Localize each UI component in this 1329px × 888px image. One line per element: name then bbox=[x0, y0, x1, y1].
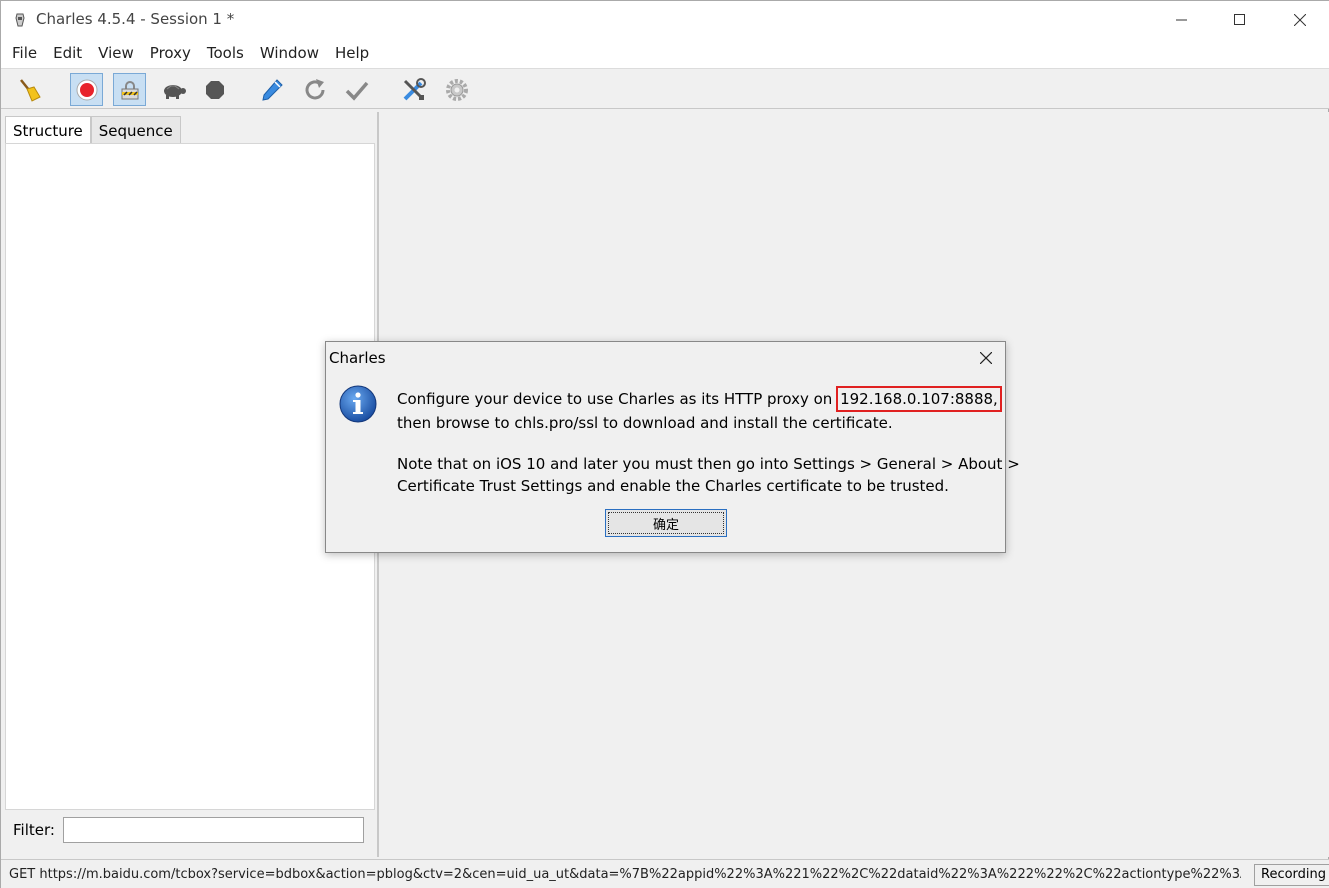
toolbar bbox=[1, 68, 1329, 109]
tab-structure[interactable]: Structure bbox=[5, 116, 91, 145]
settings-gear-icon bbox=[445, 78, 468, 101]
repeat-button[interactable] bbox=[298, 73, 331, 106]
dialog-close-button[interactable] bbox=[974, 346, 998, 370]
proxy-info-dialog: Charles Configure your device to use Cha… bbox=[325, 341, 1020, 553]
stop-button[interactable] bbox=[198, 73, 231, 106]
stop-breakpoints-icon bbox=[205, 80, 224, 99]
dialog-message-part2: Note that on iOS 10 and later you must t… bbox=[397, 453, 1020, 497]
menu-help[interactable]: Help bbox=[327, 39, 377, 68]
proxy-address-highlight: 192.168.0.107:8888, bbox=[836, 386, 1002, 412]
trust-settings-text: Certificate Trust Settings and enable th… bbox=[397, 477, 949, 495]
menu-file[interactable]: File bbox=[4, 39, 45, 68]
window-title: Charles 4.5.4 - Session 1 * bbox=[36, 10, 235, 28]
ios-note-text: Note that on iOS 10 and later you must t… bbox=[397, 455, 1020, 473]
breakpoints-turtle-button[interactable] bbox=[156, 73, 189, 106]
filter-row: Filter: bbox=[13, 817, 364, 843]
broom-icon bbox=[19, 78, 41, 102]
left-panel: Structure Sequence Filter: bbox=[3, 112, 377, 857]
menu-window[interactable]: Window bbox=[252, 39, 327, 68]
record-button[interactable] bbox=[70, 73, 103, 106]
maximize-icon bbox=[1234, 14, 1245, 25]
throttle-lock-icon bbox=[121, 80, 138, 99]
info-icon bbox=[338, 384, 378, 424]
status-bar: GET https://m.baidu.com/tcbox?service=bd… bbox=[1, 859, 1329, 888]
status-text: GET https://m.baidu.com/tcbox?service=bd… bbox=[9, 867, 1241, 882]
compose-button[interactable] bbox=[255, 73, 288, 106]
view-tabs: Structure Sequence bbox=[5, 116, 181, 145]
close-icon bbox=[980, 352, 992, 364]
throttle-button[interactable] bbox=[113, 73, 146, 106]
menu-bar: File Edit View Proxy Tools Window Help bbox=[1, 39, 1329, 68]
clear-session-button[interactable] bbox=[12, 73, 45, 106]
filter-input[interactable] bbox=[62, 817, 364, 843]
dialog-message-part1: Configure your device to use Charles as … bbox=[397, 386, 1002, 434]
charles-window: Charles 4.5.4 - Session 1 * File Edit Vi… bbox=[0, 0, 1329, 888]
close-icon bbox=[1294, 14, 1306, 26]
ok-button[interactable]: 确定 bbox=[605, 509, 727, 537]
settings-button[interactable] bbox=[440, 73, 473, 106]
menu-view[interactable]: View bbox=[90, 39, 142, 68]
turtle-icon bbox=[163, 84, 186, 99]
maximize-button[interactable] bbox=[1211, 1, 1269, 39]
dialog-title: Charles bbox=[329, 349, 386, 367]
minimize-button[interactable] bbox=[1153, 1, 1211, 39]
recording-status-button[interactable]: Recording bbox=[1254, 864, 1329, 886]
focus-ring bbox=[608, 512, 724, 534]
validate-check-icon bbox=[345, 81, 368, 101]
tools-button[interactable] bbox=[397, 73, 430, 106]
proxy-instruction-text: Configure your device to use Charles as … bbox=[397, 390, 833, 408]
charles-app-icon bbox=[13, 12, 27, 28]
certificate-instruction-text: then browse to chls.pro/ssl to download … bbox=[397, 414, 893, 432]
structure-tree[interactable] bbox=[5, 143, 375, 810]
tools-icon bbox=[403, 77, 426, 100]
compose-pen-icon bbox=[261, 78, 283, 101]
minimize-icon bbox=[1176, 19, 1187, 21]
menu-proxy[interactable]: Proxy bbox=[142, 39, 199, 68]
validate-button[interactable] bbox=[340, 73, 373, 106]
tab-sequence[interactable]: Sequence bbox=[90, 116, 181, 144]
record-icon bbox=[76, 79, 97, 100]
close-window-button[interactable] bbox=[1271, 1, 1329, 39]
menu-edit[interactable]: Edit bbox=[45, 39, 90, 68]
filter-label: Filter: bbox=[13, 821, 55, 839]
title-bar: Charles 4.5.4 - Session 1 * bbox=[1, 1, 1329, 39]
repeat-icon bbox=[305, 78, 324, 99]
menu-tools[interactable]: Tools bbox=[199, 39, 252, 68]
